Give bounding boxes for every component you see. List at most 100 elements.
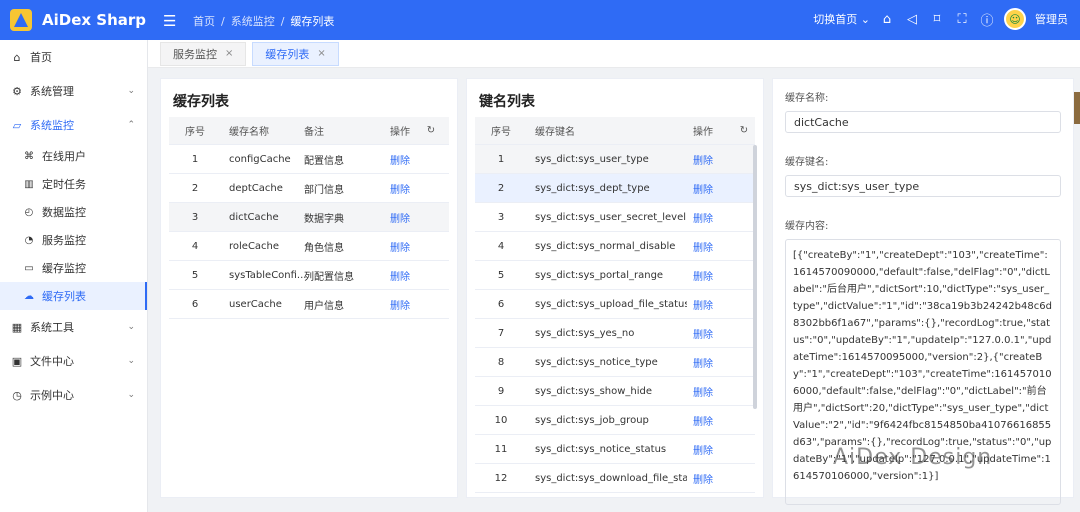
bar-icon: ▥ <box>24 178 34 190</box>
cache-detail-card: 缓存名称: dictCache 缓存键名: sys_dict:sys_user_… <box>772 78 1074 505</box>
delete-button[interactable]: 删除 <box>687 413 735 428</box>
sidebar-item-home[interactable]: ⌂ 首页 <box>0 40 147 74</box>
sidebar-item-label: 在线用户 <box>42 150 86 163</box>
table-row[interactable]: 8 sys_dict:sys_notice_type 删除 <box>475 348 755 377</box>
column-header-cache-name: 缓存名称 <box>229 127 269 138</box>
table-row[interactable]: 7 sys_dict:sys_yes_no 删除 <box>475 319 755 348</box>
sidebar-item-label: 数据监控 <box>42 206 86 219</box>
sidebar-item-data-monitor[interactable]: ◴ 数据监控 <box>0 198 147 226</box>
cache-key-label: 缓存键名: <box>785 157 829 168</box>
delete-button[interactable]: 删除 <box>687 326 735 341</box>
breadcrumb-separator: / <box>280 14 285 28</box>
menu-fold-icon[interactable]: ☰ <box>163 12 176 30</box>
close-icon[interactable]: × <box>317 48 325 59</box>
table-row[interactable]: 10 sys_dict:sys_job_group 删除 <box>475 406 755 435</box>
delete-button[interactable]: 删除 <box>687 181 735 196</box>
table-row[interactable]: 5 sys_dict:sys_portal_range 删除 <box>475 261 755 290</box>
sidebar-item-scheduled-tasks[interactable]: ▥ 定时任务 <box>0 170 147 198</box>
sidebar-item-label: 缓存列表 <box>42 290 86 303</box>
table-row[interactable]: 2 deptCache 部门信息 删除 <box>169 174 449 203</box>
cell-no: 10 <box>494 414 508 426</box>
cell-key-name: sys_dict:sys_user_type <box>535 153 649 165</box>
sidebar-item-cache-list[interactable]: ☁ 缓存列表 <box>0 282 147 310</box>
sidebar-item-example-center[interactable]: ◷ 示例中心 ⌄ <box>0 378 147 412</box>
delete-button[interactable]: 删除 <box>687 442 735 457</box>
home-icon: ⌂ <box>13 50 21 64</box>
user-name[interactable]: 管理员 <box>1035 11 1068 27</box>
table-row[interactable]: 9 sys_dict:sys_show_hide 删除 <box>475 377 755 406</box>
breadcrumb-home[interactable]: 首页 <box>193 13 215 29</box>
sidebar-item-file-center[interactable]: ▣ 文件中心 ⌄ <box>0 344 147 378</box>
table-row[interactable]: 5 sysTableConfi... 列配置信息 删除 <box>169 261 449 290</box>
cell-no: 12 <box>494 472 508 484</box>
cell-no: 4 <box>497 240 505 252</box>
delete-button[interactable]: 删除 <box>384 297 422 312</box>
table-row[interactable]: 2 sys_dict:sys_dept_type 删除 <box>475 174 755 203</box>
table-row[interactable]: 6 userCache 用户信息 删除 <box>169 290 449 319</box>
sidebar-item-label: 文件中心 <box>30 355 74 368</box>
delete-button[interactable]: 删除 <box>687 297 735 312</box>
delete-button[interactable]: 删除 <box>687 152 735 167</box>
cell-key-name: sys_dict:sys_user_secret_level <box>535 211 687 223</box>
cache-key-field[interactable]: sys_dict:sys_user_type <box>785 175 1061 197</box>
tab-service-monitor[interactable]: 服务监控 × <box>160 41 247 66</box>
delete-button[interactable]: 删除 <box>384 152 422 167</box>
sidebar-item-system-monitor[interactable]: ▱ 系统监控 ⌃ <box>0 108 147 142</box>
cell-remark: 配置信息 <box>304 155 344 167</box>
delete-button[interactable]: 删除 <box>384 239 422 254</box>
table-row[interactable]: 3 dictCache 数据字典 删除 <box>169 203 449 232</box>
switch-home-button[interactable]: 切换首页 ⌄ <box>813 11 870 27</box>
delete-button[interactable]: 删除 <box>687 471 735 486</box>
app: AiDex Sharp ☰ 首页 / 系统监控 / 缓存列表 切换首页 ⌄ ⌂ … <box>0 0 1080 512</box>
table-row[interactable]: 3 sys_dict:sys_user_secret_level 删除 <box>475 203 755 232</box>
sidebar-item-service-monitor[interactable]: ◔ 服务监控 <box>0 226 147 254</box>
speaker-icon[interactable]: ◁ <box>904 12 920 27</box>
delete-button[interactable]: 删除 <box>687 384 735 399</box>
delete-button[interactable]: 删除 <box>687 239 735 254</box>
home-icon[interactable]: ⌂ <box>879 12 895 27</box>
refresh-icon[interactable]: ↻ <box>735 125 753 136</box>
cell-key-name: sys_dict:sys_normal_disable <box>535 240 676 252</box>
delete-button[interactable]: 删除 <box>384 181 422 196</box>
aidex-logo-icon <box>10 9 32 31</box>
dashboard-icon: ◴ <box>24 206 34 218</box>
table-row[interactable]: 12 sys_dict:sys_download_file_sta... 删除 <box>475 464 755 493</box>
cell-no: 5 <box>497 269 505 281</box>
table-row[interactable]: 11 sys_dict:sys_notice_status 删除 <box>475 435 755 464</box>
chevron-down-icon: ⌄ <box>860 13 870 26</box>
column-header-no: 序号 <box>491 127 511 138</box>
sidebar-item-system-tools[interactable]: ▦ 系统工具 ⌄ <box>0 310 147 344</box>
watermark: AiDex Design <box>833 445 993 470</box>
tab-cache-list[interactable]: 缓存列表 × <box>252 41 339 66</box>
chevron-down-icon: ⌄ <box>127 86 135 96</box>
shirt-icon[interactable]: ⌑ <box>929 12 945 27</box>
refresh-icon[interactable]: ↻ <box>422 125 440 136</box>
table-row[interactable]: 4 roleCache 角色信息 删除 <box>169 232 449 261</box>
cache-content-label: 缓存内容: <box>785 221 829 232</box>
delete-button[interactable]: 删除 <box>687 355 735 370</box>
delete-button[interactable]: 删除 <box>384 268 422 283</box>
sidebar-item-label: 系统工具 <box>30 321 74 334</box>
table-row[interactable]: 1 configCache 配置信息 删除 <box>169 145 449 174</box>
cache-icon: ▭ <box>24 262 34 274</box>
close-icon[interactable]: × <box>225 48 233 59</box>
sidebar-item-system-management[interactable]: ⚙ 系统管理 ⌄ <box>0 74 147 108</box>
delete-button[interactable]: 删除 <box>384 210 422 225</box>
key-table-scrollbar[interactable] <box>753 145 757 409</box>
table-row[interactable]: 6 sys_dict:sys_upload_file_status 删除 <box>475 290 755 319</box>
cache-table-header: 序号 缓存名称 备注 操作 ↻ <box>169 117 449 145</box>
table-row[interactable]: 1 sys_dict:sys_user_type 删除 <box>475 145 755 174</box>
sidebar-item-online-users[interactable]: ⌘ 在线用户 <box>0 142 147 170</box>
breadcrumb-system-monitor[interactable]: 系统监控 <box>231 13 275 29</box>
delete-button[interactable]: 删除 <box>687 268 735 283</box>
breadcrumb: 首页 / 系统监控 / 缓存列表 <box>193 13 334 29</box>
avatar[interactable]: ☺ <box>1004 8 1026 30</box>
sidebar-item-cache-monitor[interactable]: ▭ 缓存监控 <box>0 254 147 282</box>
fullscreen-icon[interactable]: ⛶ <box>954 12 970 27</box>
cache-name-field[interactable]: dictCache <box>785 111 1061 133</box>
cell-cache-name: roleCache <box>229 240 280 252</box>
info-icon[interactable]: ⓘ <box>979 10 995 29</box>
table-row[interactable]: 4 sys_dict:sys_normal_disable 删除 <box>475 232 755 261</box>
app-logo[interactable]: AiDex Sharp <box>0 0 148 40</box>
delete-button[interactable]: 删除 <box>687 210 735 225</box>
